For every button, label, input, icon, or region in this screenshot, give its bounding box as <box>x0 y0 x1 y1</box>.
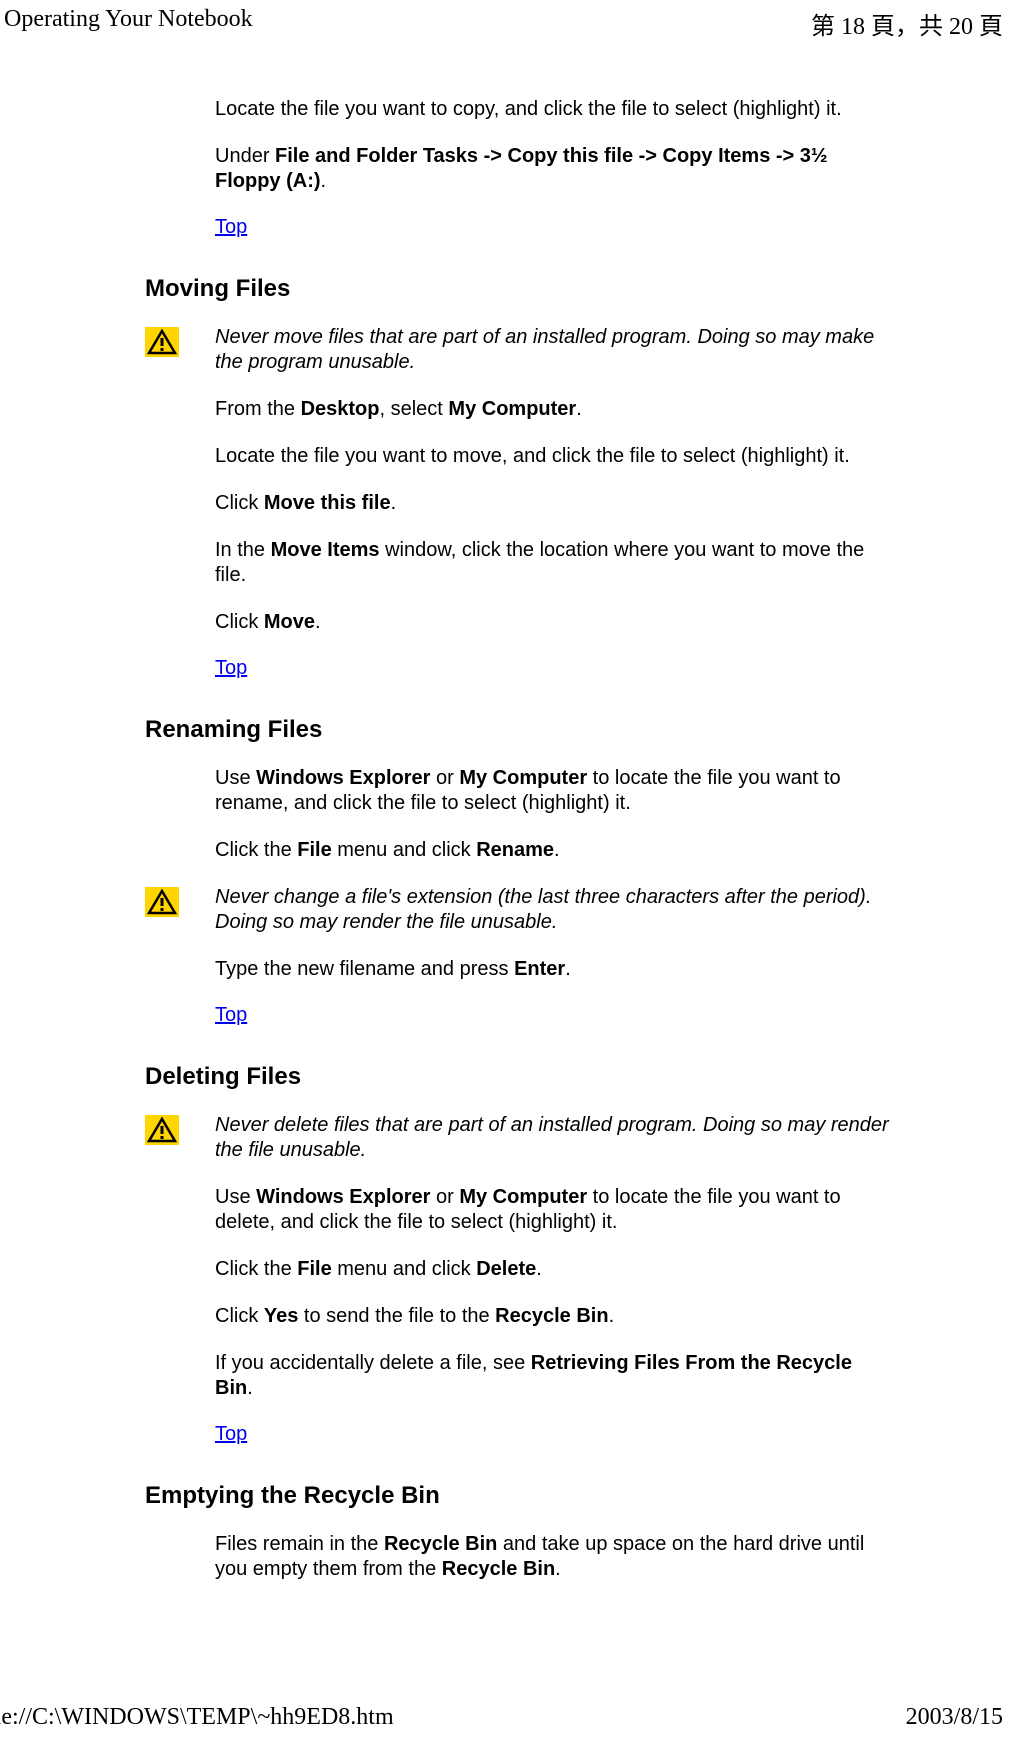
text: . <box>565 958 571 980</box>
warning-text: Never change a file's extension (the las… <box>215 885 893 935</box>
warning-text: Never delete files that are part of an i… <box>215 1113 893 1163</box>
text: Type the new filename and press <box>215 958 514 980</box>
paragraph: Under File and Folder Tasks -> Copy this… <box>215 144 893 194</box>
bold-text: Desktop <box>301 398 380 420</box>
section-heading-moving: Moving Files <box>145 275 893 303</box>
paragraph: Files remain in the Recycle Bin and take… <box>215 1532 893 1582</box>
text: . <box>321 170 327 192</box>
text: . <box>609 1305 615 1327</box>
paragraph: Use Windows Explorer or My Computer to l… <box>215 766 893 816</box>
top-link[interactable]: Top <box>215 1004 247 1027</box>
bold-text: File and Folder Tasks -> Copy this file … <box>215 145 828 192</box>
text: menu and click <box>332 839 477 861</box>
paragraph: Click the File menu and click Rename. <box>215 838 893 863</box>
text: Click the <box>215 1258 297 1280</box>
text: . <box>554 839 560 861</box>
warning-row: Never change a file's extension (the las… <box>145 885 893 935</box>
bold-text: Recycle Bin <box>495 1305 608 1327</box>
top-link[interactable]: Top <box>215 657 247 680</box>
paragraph: From the Desktop, select My Computer. <box>215 397 893 422</box>
text: If you accidentally delete a file, see <box>215 1352 531 1374</box>
bold-text: Move this file <box>264 492 391 514</box>
text: , select <box>379 398 448 420</box>
warning-text: Never move files that are part of an ins… <box>215 325 893 375</box>
text: to send the file to the <box>298 1305 495 1327</box>
bold-text: Move <box>264 611 315 633</box>
paragraph: Locate the file you want to copy, and cl… <box>215 97 893 122</box>
bold-text: Enter <box>514 958 565 980</box>
text: Click <box>215 611 264 633</box>
page-header: Operating Your Notebook 第 18 頁，共 20 頁 <box>0 0 1013 47</box>
bold-text: Windows Explorer <box>256 1186 430 1208</box>
text: . <box>247 1377 253 1399</box>
paragraph: If you accidentally delete a file, see R… <box>215 1351 893 1401</box>
text: . <box>315 611 321 633</box>
footer-path: file://C:\WINDOWS\TEMP\~hh9ED8.htm <box>0 1704 394 1731</box>
text: . <box>555 1558 561 1580</box>
paragraph: Use Windows Explorer or My Computer to l… <box>215 1185 893 1235</box>
text: Click <box>215 1305 264 1327</box>
text: or <box>430 767 459 789</box>
section-heading-renaming: Renaming Files <box>145 716 893 744</box>
warning-icon <box>145 327 179 357</box>
text: From the <box>215 398 301 420</box>
text: Under <box>215 145 275 167</box>
page-info: 第 18 頁，共 20 頁 <box>811 6 1003 41</box>
text: Files remain in the <box>215 1533 384 1555</box>
bold-text: Windows Explorer <box>256 767 430 789</box>
bold-text: File <box>297 1258 331 1280</box>
text: menu and click <box>332 1258 477 1280</box>
text: . <box>391 492 397 514</box>
warning-icon <box>145 887 179 917</box>
bold-text: My Computer <box>448 398 576 420</box>
paragraph: Click Move. <box>215 610 893 635</box>
warning-icon <box>145 1115 179 1145</box>
top-link[interactable]: Top <box>215 1423 247 1446</box>
page-content: Locate the file you want to copy, and cl… <box>0 47 1013 1634</box>
bold-text: Recycle Bin <box>384 1533 497 1555</box>
text: Click <box>215 492 264 514</box>
bold-text: File <box>297 839 331 861</box>
bold-text: My Computer <box>459 1186 587 1208</box>
paragraph: In the Move Items window, click the loca… <box>215 538 893 588</box>
paragraph: Locate the file you want to move, and cl… <box>215 444 893 469</box>
text: . <box>536 1258 542 1280</box>
bold-text: Recycle Bin <box>442 1558 555 1580</box>
paragraph: Click Yes to send the file to the Recycl… <box>215 1304 893 1329</box>
bold-text: Rename <box>476 839 554 861</box>
warning-row: Never delete files that are part of an i… <box>145 1113 893 1163</box>
top-link[interactable]: Top <box>215 216 247 239</box>
paragraph: Click the File menu and click Delete. <box>215 1257 893 1282</box>
section-heading-emptying: Emptying the Recycle Bin <box>145 1482 893 1510</box>
text: Click the <box>215 839 297 861</box>
text: . <box>576 398 582 420</box>
text: Use <box>215 1186 256 1208</box>
bold-text: Yes <box>264 1305 298 1327</box>
bold-text: My Computer <box>459 767 587 789</box>
text: or <box>430 1186 459 1208</box>
paragraph: Type the new filename and press Enter. <box>215 957 893 982</box>
footer-date: 2003/8/15 <box>906 1704 1003 1731</box>
text: Use <box>215 767 256 789</box>
doc-title: Operating Your Notebook <box>4 6 253 41</box>
bold-text: Delete <box>476 1258 536 1280</box>
bold-text: Move Items <box>271 539 380 561</box>
paragraph: Click Move this file. <box>215 491 893 516</box>
warning-row: Never move files that are part of an ins… <box>145 325 893 375</box>
page-footer: file://C:\WINDOWS\TEMP\~hh9ED8.htm 2003/… <box>0 1704 1013 1731</box>
text: In the <box>215 539 271 561</box>
section-heading-deleting: Deleting Files <box>145 1063 893 1091</box>
